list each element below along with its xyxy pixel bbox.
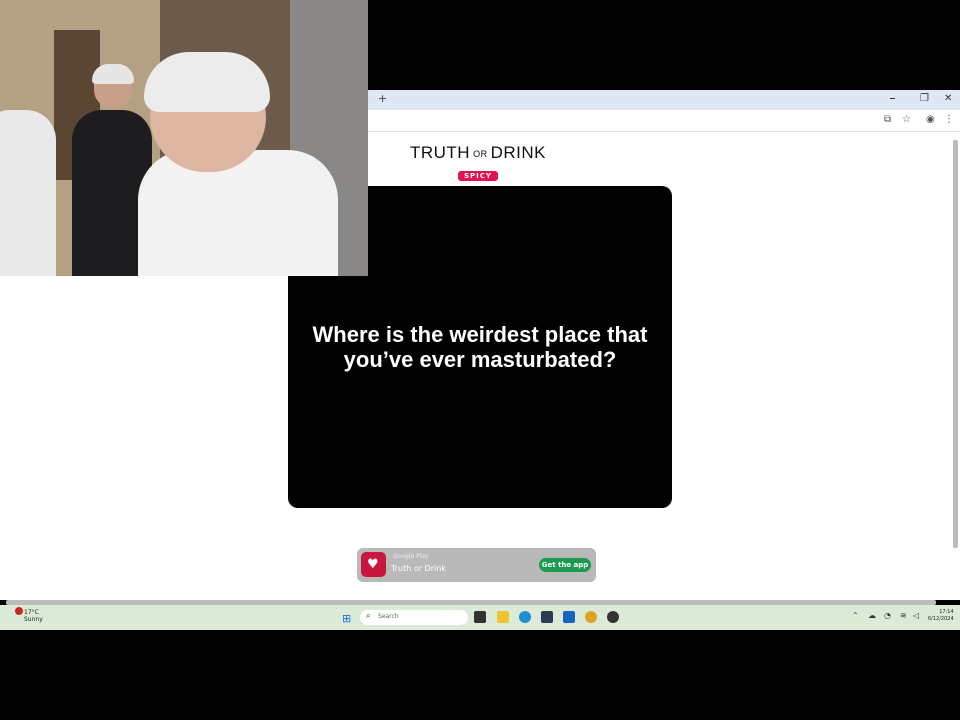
wifi-icon[interactable]: ≋ <box>900 611 907 620</box>
tray-chevron-icon[interactable]: ⌃ <box>852 611 859 620</box>
app-install-banner[interactable]: ♥ Google Play Truth or Drink Get the app <box>357 548 596 582</box>
clock-time: 17:14 <box>939 609 954 615</box>
task-view-icon[interactable] <box>474 611 486 623</box>
search-placeholder: Search <box>378 613 399 620</box>
outlook-icon[interactable] <box>563 611 575 623</box>
question-text: Where is the weirdest place that you’ve … <box>300 322 660 372</box>
bookmark-star-icon[interactable]: ☆ <box>902 114 911 125</box>
system-clock[interactable]: 17:14 6/12/2024 <box>928 609 954 623</box>
logo-truth: TRUTH <box>409 143 471 162</box>
vertical-scrollbar[interactable] <box>953 140 958 548</box>
get-app-button[interactable]: Get the app <box>539 558 591 572</box>
tray-app-icon[interactable]: ◔ <box>884 611 891 620</box>
person-front <box>138 150 338 276</box>
app-name: Truth or Drink <box>391 564 446 573</box>
profile-icon[interactable]: ◉ <box>926 114 935 125</box>
taskbar-search[interactable]: ⌕ Search <box>360 610 468 625</box>
menu-icon[interactable]: ⋮ <box>944 114 954 125</box>
chrome-icon[interactable] <box>585 611 597 623</box>
app-icon: ♥ <box>361 552 386 577</box>
question-line-1: Where is the weirdest place that <box>312 322 648 347</box>
screen: + ⎯ ❐ ✕ ⧉ ☆ ◉ ⋮ TRUTH OR DRINK SPICY Where… <box>0 0 960 630</box>
logo-drink: DRINK <box>490 143 546 162</box>
spicy-badge: SPICY <box>458 171 498 181</box>
hand-cursor-icon: ☝ <box>636 306 644 320</box>
heart-icon: ♥ <box>367 557 379 572</box>
close-button[interactable]: ✕ <box>944 93 952 104</box>
windows-start-icon[interactable]: ⊞ <box>342 612 351 625</box>
weather-widget[interactable]: 17°C Sunny <box>10 609 43 623</box>
store-icon[interactable] <box>541 611 553 623</box>
volume-icon[interactable]: ◁ <box>913 611 919 620</box>
logo-or: OR <box>473 148 488 159</box>
tab-bar: + ⎯ ❐ ✕ <box>368 90 960 110</box>
minimize-button[interactable]: ⎯ <box>890 93 895 104</box>
obs-icon[interactable] <box>607 611 619 623</box>
translate-icon[interactable]: ⧉ <box>884 114 891 125</box>
taskbar: 17°C Sunny ⊞ ⌕ Search ⌃ ☁ ◔ ≋ ◁ 17:14 6/… <box>0 605 960 630</box>
new-tab-button[interactable]: + <box>378 92 387 105</box>
edge-icon[interactable] <box>519 611 531 623</box>
file-explorer-icon[interactable] <box>497 611 509 623</box>
weather-temp: 17°C <box>24 609 39 616</box>
restore-button[interactable]: ❐ <box>920 93 929 104</box>
cloud-icon[interactable]: ☁ <box>868 611 876 620</box>
address-bar[interactable]: ⧉ ☆ ◉ ⋮ <box>368 110 960 132</box>
blond-hair <box>144 52 270 112</box>
clock-date: 6/12/2024 <box>928 616 954 622</box>
weather-desc: Sunny <box>24 616 43 623</box>
store-label: Google Play <box>393 553 429 560</box>
webcam-overlay <box>0 0 368 276</box>
question-line-2: you’ve ever masturbated? <box>343 347 617 372</box>
person-left <box>0 110 56 276</box>
site-logo[interactable]: TRUTH OR DRINK SPICY <box>408 143 548 182</box>
search-icon: ⌕ <box>366 611 371 620</box>
cap <box>92 64 134 84</box>
